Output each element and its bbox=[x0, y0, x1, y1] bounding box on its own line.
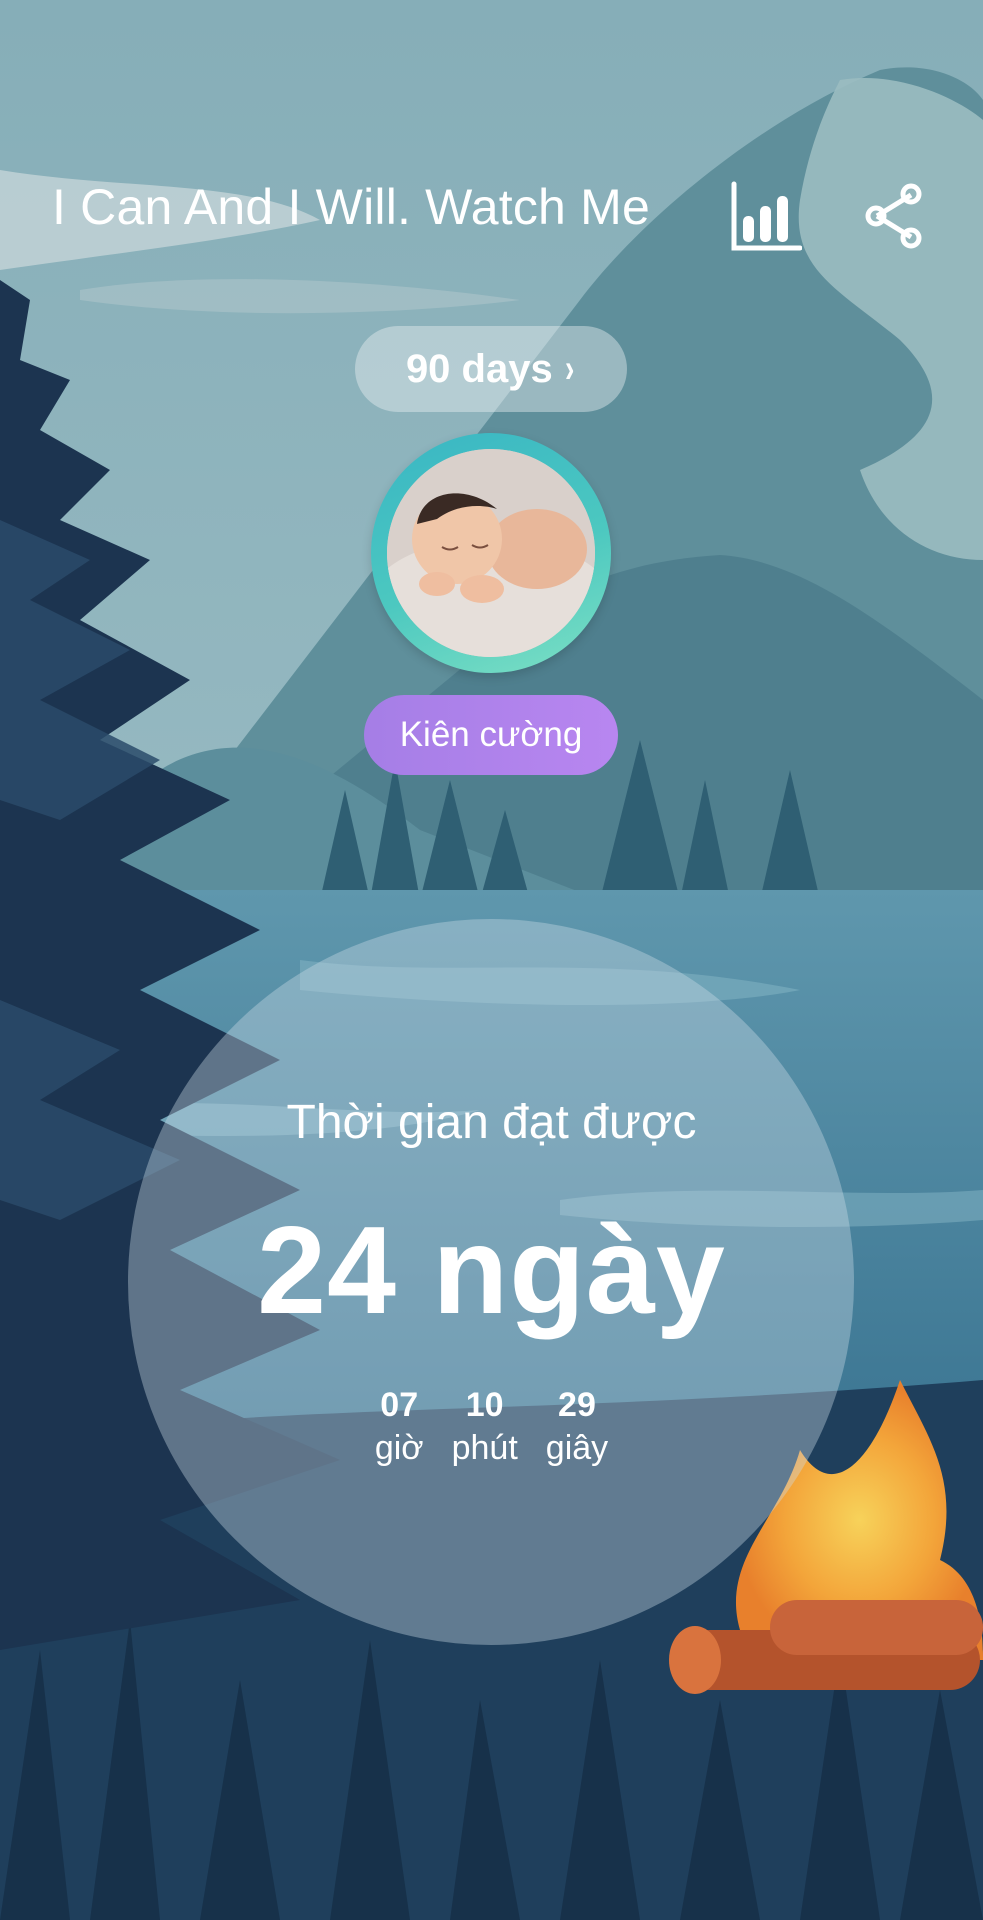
screen: I Can And I Will. Watch Me 90 days › Kiê… bbox=[0, 0, 983, 1920]
avatar-photo bbox=[387, 449, 595, 657]
timer-minutes: 10 phút bbox=[452, 1385, 518, 1471]
chevron-right-icon: › bbox=[564, 346, 575, 391]
status-label: Kiên cường bbox=[399, 715, 583, 754]
timer-seconds: 29 giây bbox=[546, 1385, 608, 1471]
minutes-label: phút bbox=[451, 1429, 518, 1467]
minutes-value: 10 bbox=[465, 1386, 504, 1424]
timer-units: 07 giờ 10 phút 29 giây bbox=[0, 1385, 983, 1471]
goal-days-button[interactable]: 90 days › bbox=[355, 326, 627, 412]
timer-days: 24 ngày bbox=[257, 1202, 726, 1340]
hours-label: giờ bbox=[374, 1429, 424, 1467]
avatar[interactable] bbox=[371, 433, 611, 673]
timer-label: Thời gian đạt được bbox=[286, 1096, 697, 1149]
hours-value: 07 bbox=[380, 1386, 419, 1424]
seconds-value: 29 bbox=[558, 1386, 596, 1424]
stats-button[interactable] bbox=[726, 176, 806, 256]
bar-chart-icon bbox=[731, 181, 802, 251]
timer-hours: 07 giờ bbox=[375, 1385, 424, 1471]
seconds-label: giây bbox=[545, 1429, 609, 1467]
share-button[interactable] bbox=[854, 176, 934, 256]
status-tag[interactable]: Kiên cường bbox=[364, 695, 618, 775]
page-title: I Can And I Will. Watch Me bbox=[52, 179, 650, 235]
goal-days-label: 90 days bbox=[405, 346, 553, 391]
share-icon bbox=[865, 183, 922, 249]
